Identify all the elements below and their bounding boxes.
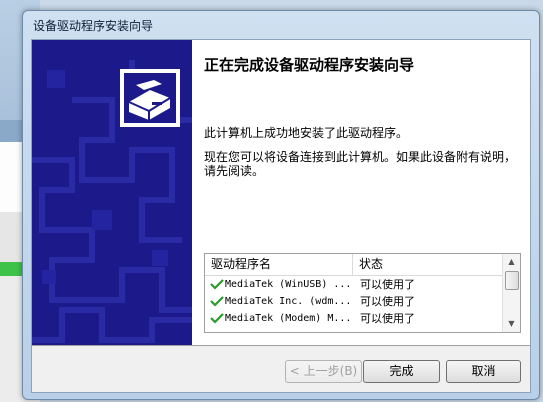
finish-button[interactable]: 完成 [363,360,440,383]
driver-install-wizard-window: 设备驱动程序安装向导 正在完成设备驱动程序安装向导 此计算机上成功地安装了此驱动… [22,10,540,400]
green-check-icon [210,313,224,324]
back-button[interactable]: < 上一步(B) [285,360,362,383]
green-check-icon [210,279,224,290]
green-check-icon [210,296,224,307]
scroll-down-arrow-icon[interactable]: ▼ [503,316,520,332]
driver-name: MediaTek (Modem) M... [225,313,352,324]
scrollbar-thumb[interactable] [505,271,519,290]
window-title: 设备驱动程序安装向导 [33,19,154,33]
success-message: 此计算机上成功地安装了此驱动程序。 [204,126,409,140]
driver-list-row[interactable]: MediaTek (WinUSB) ... 可以使用了 [205,276,503,293]
device-install-icon [120,69,180,127]
driver-status: 可以使用了 [360,295,415,308]
scroll-up-arrow-icon[interactable]: ▲ [503,254,520,270]
driver-list-header: 驱动程序名 状态 [205,254,503,276]
driver-status: 可以使用了 [360,312,415,325]
banner-artwork [32,40,192,345]
driver-list-row[interactable]: MediaTek Inc. (wdm... 可以使用了 [205,293,503,310]
wizard-client-area: 正在完成设备驱动程序安装向导 此计算机上成功地安装了此驱动程序。 现在您可以将设… [31,39,531,393]
driver-list-row[interactable]: MediaTek (Modem) M... 可以使用了 [205,310,503,327]
wizard-footer: < 上一步(B) 完成 取消 [32,346,530,392]
column-header-driver-name[interactable]: 驱动程序名 [205,254,353,275]
driver-name: MediaTek Inc. (wdm... [225,296,352,307]
driver-status: 可以使用了 [360,278,415,291]
wizard-banner [32,40,192,345]
driver-list-scrollbar[interactable]: ▲ ▼ [502,254,520,332]
column-header-status[interactable]: 状态 [353,254,489,275]
connect-device-message: 现在您可以将设备连接到此计算机。如果此设备附有说明，请先阅读。 [204,150,517,178]
wizard-heading: 正在完成设备驱动程序安装向导 [204,56,415,74]
driver-name: MediaTek (WinUSB) ... [225,279,352,290]
cancel-button[interactable]: 取消 [446,360,521,383]
wizard-content: 正在完成设备驱动程序安装向导 此计算机上成功地安装了此驱动程序。 现在您可以将设… [192,40,530,345]
driver-list[interactable]: 驱动程序名 状态 MediaTek (WinUSB) ... 可以使用了 Med… [204,253,521,333]
